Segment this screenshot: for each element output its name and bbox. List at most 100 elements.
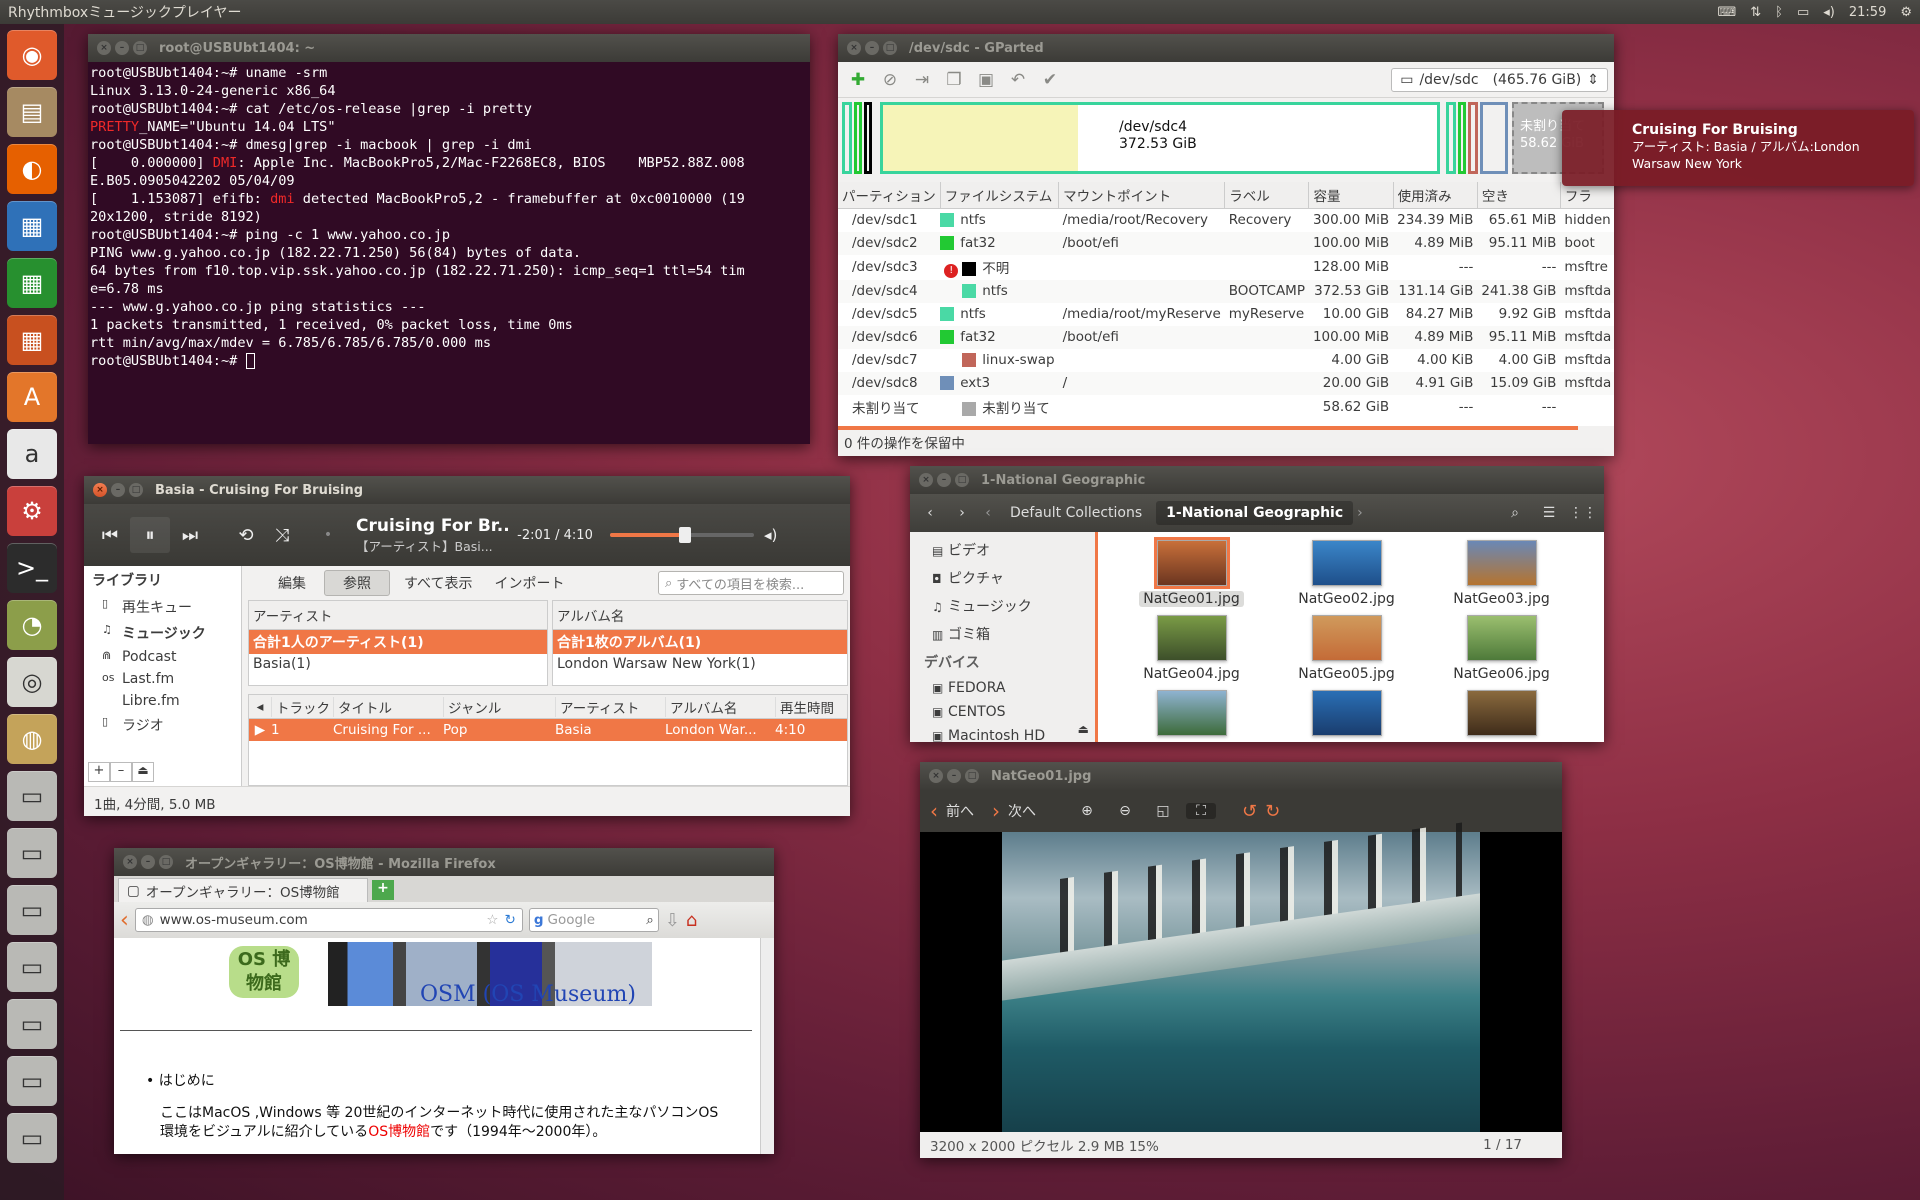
track-column-header[interactable]: アーティスト	[555, 696, 665, 717]
close-icon[interactable]: ×	[919, 473, 933, 487]
track-column-header[interactable]: ジャンル	[443, 696, 555, 717]
reload-icon[interactable]: ↻	[505, 912, 516, 928]
track-column-header[interactable]: アルバム名	[665, 696, 775, 717]
sidebar-item[interactable]: ▣ CENTOS	[910, 700, 1095, 724]
partition-map[interactable]: /dev/sdc4 372.53 GiB 未割り当て 58.62 GiB	[842, 102, 1610, 180]
download-icon[interactable]: ⇩	[665, 910, 680, 931]
file-item[interactable]: NatGeo06.jpg	[1424, 615, 1579, 682]
album-item[interactable]: London Warsaw New York(1)	[553, 654, 847, 674]
back-icon[interactable]: ‹	[120, 908, 129, 933]
album-all[interactable]: 合計1枚のアルバム(1)	[553, 630, 847, 654]
impress-icon[interactable]: ▦	[7, 315, 57, 365]
zoom-out-icon[interactable]: ⊖	[1110, 803, 1140, 819]
sidebar-item[interactable]: ▣ FEDORA	[910, 676, 1095, 700]
map-sdc3[interactable]	[864, 102, 872, 174]
file-item[interactable]	[1269, 690, 1424, 741]
ubuntu-dash-icon[interactable]: ◉	[7, 30, 57, 80]
forward-icon[interactable]: ›	[948, 505, 976, 521]
edit-button[interactable]: 編集	[266, 571, 318, 595]
minimize-icon[interactable]: –	[141, 855, 155, 869]
drive-icon-2[interactable]: ▭	[7, 828, 57, 878]
keyboard-icon[interactable]: ⌨	[1717, 5, 1736, 20]
device-selector[interactable]: ▭ /dev/sdc (465.76 GiB) ⇕	[1391, 67, 1608, 92]
next-icon[interactable]: ›	[992, 799, 1000, 823]
amazon-icon[interactable]: a	[7, 429, 57, 479]
intro-bullet-text[interactable]: はじめに	[159, 1073, 215, 1089]
new-tab-icon[interactable]: +	[372, 880, 394, 900]
apply-icon[interactable]: ✔	[1036, 66, 1064, 94]
library-item-lastfm[interactable]: os Last.fm	[84, 668, 241, 690]
drive-icon-1[interactable]: ▭	[7, 771, 57, 821]
previous-icon[interactable]: ‹	[930, 799, 938, 823]
volume-icon[interactable]: ◂)	[764, 526, 777, 544]
gparted-window[interactable]: × – □ /dev/sdc - GParted ✚ ⊘ ⇥ ❐ ▣ ↶ ✔ ▭ /…	[838, 34, 1614, 456]
eject-icon[interactable]: ⏏	[1078, 722, 1089, 736]
repeat-icon[interactable]: ⟲	[228, 517, 264, 553]
battery-icon[interactable]: ▭	[1797, 5, 1809, 20]
maximize-icon[interactable]: □	[965, 769, 979, 783]
calc-icon[interactable]: ▦	[7, 258, 57, 308]
copy-icon[interactable]: ❐	[940, 66, 968, 94]
previous-button[interactable]: 前へ	[946, 801, 974, 821]
firefox-window[interactable]: × – □ オープンギャラリー：OS博物館 - Mozilla Firefox ▢ …	[114, 848, 774, 1154]
close-icon[interactable]: ×	[97, 41, 111, 55]
library-item-music[interactable]: ♫ ミュージック	[84, 620, 241, 646]
terminal-output[interactable]: root@USBUbt1404:~# uname -srm Linux 3.13.…	[88, 62, 810, 444]
writer-icon[interactable]: ▦	[7, 201, 57, 251]
minimize-icon[interactable]: –	[115, 41, 129, 55]
map-sdc6[interactable]	[1458, 102, 1466, 174]
delete-partition-icon[interactable]: ⊘	[876, 66, 904, 94]
browse-button[interactable]: 参照	[324, 570, 390, 596]
map-sdc7[interactable]	[1468, 102, 1478, 174]
crumb-default-collections[interactable]: Default Collections	[1000, 501, 1152, 525]
clock[interactable]: 21:59	[1849, 5, 1886, 20]
table-row[interactable]: 未割り当て 未割り当て 58.62 GiB --- ---	[838, 395, 1614, 419]
app-menu-title[interactable]: Rhythmboxミュージックプレイヤー	[8, 2, 1717, 22]
maximize-icon[interactable]: □	[159, 855, 173, 869]
terminal-titlebar[interactable]: × – □ root@USBUbt1404: ~	[88, 34, 810, 62]
close-icon[interactable]: ×	[847, 41, 861, 55]
artist-list[interactable]: アーティスト 合計1人のアーティスト(1) Basia(1)	[248, 600, 548, 686]
map-sdc2[interactable]	[854, 102, 862, 174]
table-row[interactable]: /dev/sdc6⚲fat32/boot/efi100.00 MiB4.89 M…	[838, 325, 1614, 349]
undo-icon[interactable]: ↶	[1004, 66, 1032, 94]
table-row[interactable]: /dev/sdc3! 不明 128.00 MiB --- --- msftre	[838, 255, 1614, 280]
pause-icon[interactable]: ⏸	[130, 517, 170, 553]
maximize-icon[interactable]: □	[129, 483, 143, 497]
sidebar-item[interactable]: ◘ ピクチャ	[910, 564, 1095, 592]
minimize-icon[interactable]: –	[947, 769, 961, 783]
settings-icon[interactable]: ⚙	[7, 486, 57, 536]
file-item[interactable]: NatGeo01.jpg	[1114, 537, 1269, 607]
volume-icon[interactable]: ◂)	[1823, 5, 1835, 20]
search-icon[interactable]: ⌕	[646, 912, 654, 928]
remove-icon[interactable]: –	[110, 762, 132, 782]
drive-icon-7[interactable]: ▭	[7, 1113, 57, 1163]
map-sdc5[interactable]	[1446, 102, 1456, 174]
software-center-icon[interactable]: A	[7, 372, 57, 422]
artist-item[interactable]: Basia(1)	[249, 654, 547, 674]
table-row[interactable]: /dev/sdc7 linux-swap 4.00 GiB 4.00 KiB 4.00 …	[838, 349, 1614, 372]
library-item-podcast[interactable]: ⋒ Podcast	[84, 646, 241, 668]
terminal-window[interactable]: × – □ root@USBUbt1404: ~ root@USBUbt1404:~…	[88, 34, 810, 444]
next-button[interactable]: 次へ	[1008, 801, 1036, 821]
minimize-icon[interactable]: –	[937, 473, 951, 487]
file-item[interactable]: NatGeo04.jpg	[1114, 615, 1269, 682]
column-header[interactable]: 使用済み	[1393, 182, 1478, 209]
file-item[interactable]: NatGeo03.jpg	[1424, 540, 1579, 607]
close-icon[interactable]: ×	[929, 769, 943, 783]
maximize-icon[interactable]: □	[133, 41, 147, 55]
shuffle-icon[interactable]: ⤨	[264, 517, 300, 553]
add-icon[interactable]: +	[88, 762, 110, 782]
file-item[interactable]	[1424, 690, 1579, 741]
show-all-button[interactable]: すべて表示	[396, 571, 480, 595]
rhythmbox-window[interactable]: × – □ Basia - Cruising For Bruising ⏮ ⏸ ⏭ …	[84, 476, 850, 816]
files-icon[interactable]: ▤	[7, 87, 57, 137]
rotate-left-icon[interactable]: ↺	[1242, 801, 1257, 822]
list-view-icon[interactable]: ☰	[1534, 505, 1564, 521]
sidebar-item[interactable]: ▤ ビデオ	[910, 536, 1095, 564]
image-viewer-window[interactable]: × – □ NatGeo01.jpg ‹ 前へ › 次へ ⊕ ⊖ ◱ ⛶ ↺ ↻ 3…	[920, 762, 1562, 1158]
artist-heading[interactable]: アーティスト	[249, 601, 547, 630]
rhythmbox-icon[interactable]: ◎	[7, 657, 57, 707]
viewer-titlebar[interactable]: × – □ NatGeo01.jpg	[920, 762, 1562, 790]
column-header[interactable]: パーティション	[838, 182, 941, 209]
